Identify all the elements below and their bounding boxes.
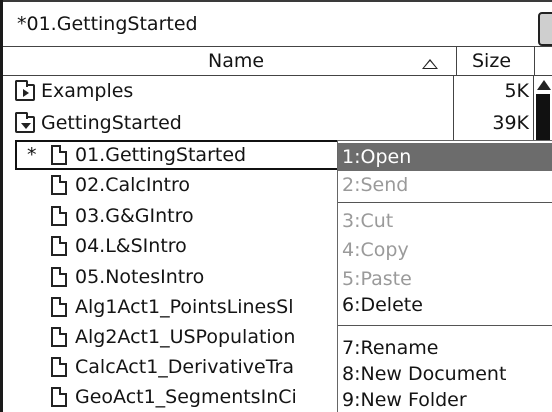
folder-closed-icon <box>15 80 35 101</box>
menu-item-new-folder[interactable]: 9:New Folder <box>338 386 552 412</box>
scroll-up-arrow-icon[interactable] <box>537 80 551 90</box>
file-name: 02.CalcIntro <box>75 174 190 196</box>
menu-item-copy[interactable]: 4:Copy <box>338 236 552 264</box>
file-name: GeoAct1_SegmentsInCi <box>75 386 297 408</box>
folder-size: 39K <box>492 112 529 134</box>
sort-ascending-icon[interactable] <box>422 59 438 69</box>
file-name: Alg2Act1_USPopulation <box>75 326 296 348</box>
menu-item-cut[interactable]: 3:Cut <box>338 207 552 235</box>
file-name: 05.NotesIntro <box>75 266 205 288</box>
title-bar: *01.GettingStarted <box>3 2 552 46</box>
menu-item-rename[interactable]: 7:Rename <box>338 334 552 362</box>
battery-icon <box>538 12 552 46</box>
document-icon <box>51 145 67 165</box>
menu-item-open[interactable]: 1:Open <box>338 143 552 171</box>
context-menu: 1:Open 2:Send 3:Cut 4:Copy 5:Paste 6:Del… <box>337 140 552 412</box>
folder-size: 5K <box>504 80 529 102</box>
file-name: 04.L&SIntro <box>75 235 187 257</box>
menu-item-paste[interactable]: 5:Paste <box>338 265 552 293</box>
document-icon <box>51 267 67 287</box>
menu-item-send[interactable]: 2:Send <box>338 171 552 199</box>
file-name: 01.GettingStarted <box>75 144 247 166</box>
document-icon <box>51 175 67 195</box>
column-header-name[interactable]: Name <box>208 49 264 73</box>
document-icon <box>51 236 67 256</box>
folder-name: Examples <box>41 80 134 102</box>
document-icon <box>51 387 67 407</box>
menu-separator <box>338 202 552 203</box>
document-icon <box>51 357 67 377</box>
menu-item-new-document[interactable]: 8:New Document <box>338 360 552 388</box>
column-divider[interactable] <box>456 47 457 76</box>
folder-open-icon <box>15 112 35 133</box>
file-name: CalcAct1_DerivativeTra <box>75 356 295 378</box>
document-icon <box>51 297 67 317</box>
unsaved-marker: * <box>27 144 37 166</box>
file-name: 03.G&GIntro <box>75 205 194 227</box>
document-icon <box>51 327 67 347</box>
folder-name: GettingStarted <box>41 112 182 134</box>
window-title: *01.GettingStarted <box>17 13 198 35</box>
column-divider <box>534 47 535 76</box>
file-name: Alg1Act1_PointsLinesSl <box>75 296 294 318</box>
column-header-size[interactable]: Size <box>472 49 511 73</box>
column-header: Name Size <box>3 46 552 76</box>
menu-separator <box>338 325 552 326</box>
menu-item-delete[interactable]: 6:Delete <box>338 291 552 319</box>
file-browser-screen: *01.GettingStarted Name Size Examples 5K… <box>0 0 552 412</box>
document-icon <box>51 206 67 226</box>
